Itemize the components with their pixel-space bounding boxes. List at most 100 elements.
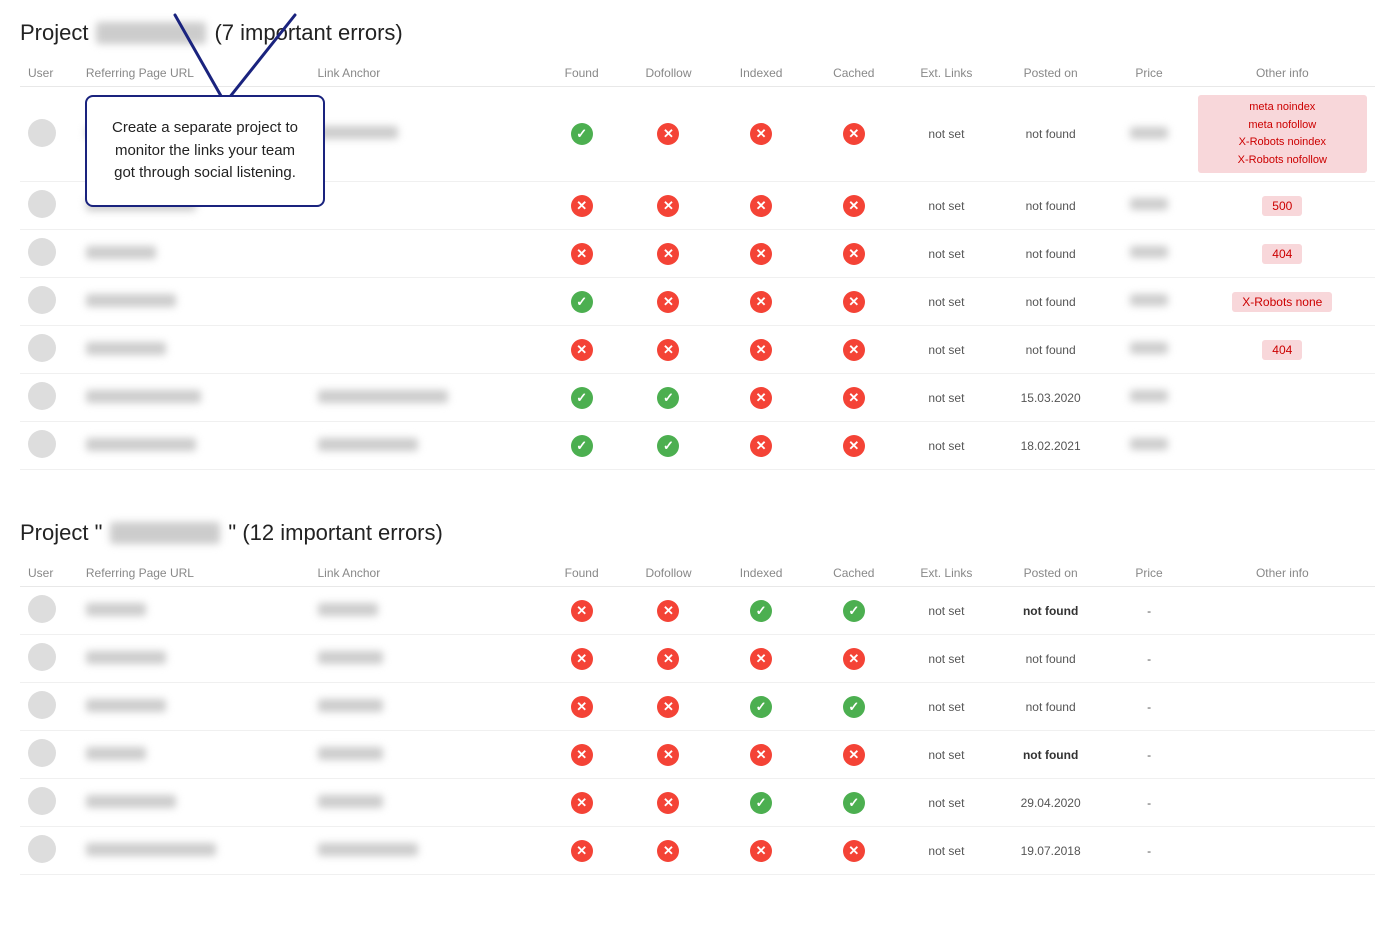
url-cell (78, 374, 310, 422)
url-cell (78, 827, 310, 875)
otherinfo-cell (1190, 422, 1375, 470)
anchor-cell (310, 87, 542, 182)
user-cell (20, 635, 78, 683)
url-cell (78, 326, 310, 374)
callout-overlay: Create a separate project to monitor the… (85, 95, 325, 207)
other-info-badge: 404 (1262, 244, 1302, 264)
postedon-cell: not found (993, 635, 1109, 683)
postedon-cell: 15.03.2020 (993, 374, 1109, 422)
url-cell (78, 230, 310, 278)
check-icon: ✓ (571, 123, 593, 145)
col2-header-url: Referring Page URL (78, 560, 310, 587)
anchor-cell (310, 683, 542, 731)
otherinfo-cell (1190, 683, 1375, 731)
cross-icon: ✕ (750, 123, 772, 145)
otherinfo-cell: meta noindexmeta nofollowX-Robots noinde… (1190, 87, 1375, 182)
extlinks-cell: not set (900, 779, 993, 827)
found-cell: ✕ (541, 230, 622, 278)
otherinfo-cell: 404 (1190, 326, 1375, 374)
user-cell (20, 87, 78, 182)
price-cell (1109, 422, 1190, 470)
cross-icon: ✕ (750, 195, 772, 217)
cross-icon: ✕ (843, 387, 865, 409)
cross-icon: ✕ (843, 435, 865, 457)
avatar (28, 286, 56, 314)
otherinfo-cell (1190, 779, 1375, 827)
col2-header-found: Found (541, 560, 622, 587)
extlinks-cell: not set (900, 683, 993, 731)
dofollow-cell: ✕ (622, 779, 715, 827)
avatar (28, 430, 56, 458)
otherinfo-cell (1190, 731, 1375, 779)
price-cell: - (1109, 731, 1190, 779)
check-icon: ✓ (571, 387, 593, 409)
col2-header-indexed: Indexed (715, 560, 808, 587)
cached-cell: ✕ (807, 278, 900, 326)
postedon-cell: 19.07.2018 (993, 827, 1109, 875)
extlinks-cell: not set (900, 587, 993, 635)
dofollow-cell: ✓ (622, 374, 715, 422)
dofollow-cell: ✕ (622, 587, 715, 635)
extlinks-cell: not set (900, 182, 993, 230)
cross-icon: ✕ (571, 792, 593, 814)
callout-text: Create a separate project to monitor the… (112, 119, 298, 181)
postedon-cell: not found (993, 326, 1109, 374)
dofollow-cell: ✕ (622, 683, 715, 731)
cached-cell: ✕ (807, 731, 900, 779)
cross-icon: ✕ (657, 648, 679, 670)
table-row: ✕✕✕✕not setnot found404 (20, 230, 1375, 278)
otherinfo-cell (1190, 635, 1375, 683)
price-cell (1109, 87, 1190, 182)
postedon-cell: not found (993, 278, 1109, 326)
cross-icon: ✕ (657, 243, 679, 265)
found-cell: ✓ (541, 87, 622, 182)
found-cell: ✕ (541, 182, 622, 230)
extlinks-cell: not set (900, 326, 993, 374)
cross-icon: ✕ (843, 195, 865, 217)
col2-header-otherinfo: Other info (1190, 560, 1375, 587)
price-cell (1109, 182, 1190, 230)
col-header-indexed: Indexed (715, 60, 808, 87)
col-header-dofollow: Dofollow (622, 60, 715, 87)
dofollow-cell: ✕ (622, 182, 715, 230)
postedon-cell: 29.04.2020 (993, 779, 1109, 827)
dofollow-cell: ✕ (622, 230, 715, 278)
cross-icon: ✕ (843, 840, 865, 862)
col2-header-user: User (20, 560, 78, 587)
avatar (28, 595, 56, 623)
cross-icon: ✕ (571, 195, 593, 217)
col-header-postedon: Posted on (993, 60, 1109, 87)
anchor-cell (310, 731, 542, 779)
cross-icon: ✕ (657, 339, 679, 361)
url-cell (78, 731, 310, 779)
cross-icon: ✕ (750, 339, 772, 361)
price-cell: - (1109, 587, 1190, 635)
table-row: ✕✕✕✕not set19.07.2018- (20, 827, 1375, 875)
avatar (28, 382, 56, 410)
price-cell (1109, 230, 1190, 278)
user-cell (20, 374, 78, 422)
table-row: ✕✕✕✕not setnot found- (20, 635, 1375, 683)
postedon-cell: 18.02.2021 (993, 422, 1109, 470)
table-row: ✓✓✕✕not set18.02.2021 (20, 422, 1375, 470)
avatar (28, 190, 56, 218)
extlinks-cell: not set (900, 731, 993, 779)
posted-notfound: not found (1026, 652, 1076, 666)
cross-icon: ✕ (571, 648, 593, 670)
url-cell (78, 422, 310, 470)
found-cell: ✕ (541, 587, 622, 635)
cross-icon: ✕ (571, 744, 593, 766)
price-cell: - (1109, 779, 1190, 827)
project1-name-blur (96, 22, 206, 44)
other-info-badge: 404 (1262, 340, 1302, 360)
check-icon: ✓ (750, 696, 772, 718)
check-icon: ✓ (657, 387, 679, 409)
indexed-cell: ✓ (715, 683, 808, 731)
col2-header-cached: Cached (807, 560, 900, 587)
cross-icon: ✕ (657, 792, 679, 814)
otherinfo-cell: X-Robots none (1190, 278, 1375, 326)
cached-cell: ✕ (807, 422, 900, 470)
anchor-cell (310, 374, 542, 422)
user-cell (20, 779, 78, 827)
avatar (28, 739, 56, 767)
